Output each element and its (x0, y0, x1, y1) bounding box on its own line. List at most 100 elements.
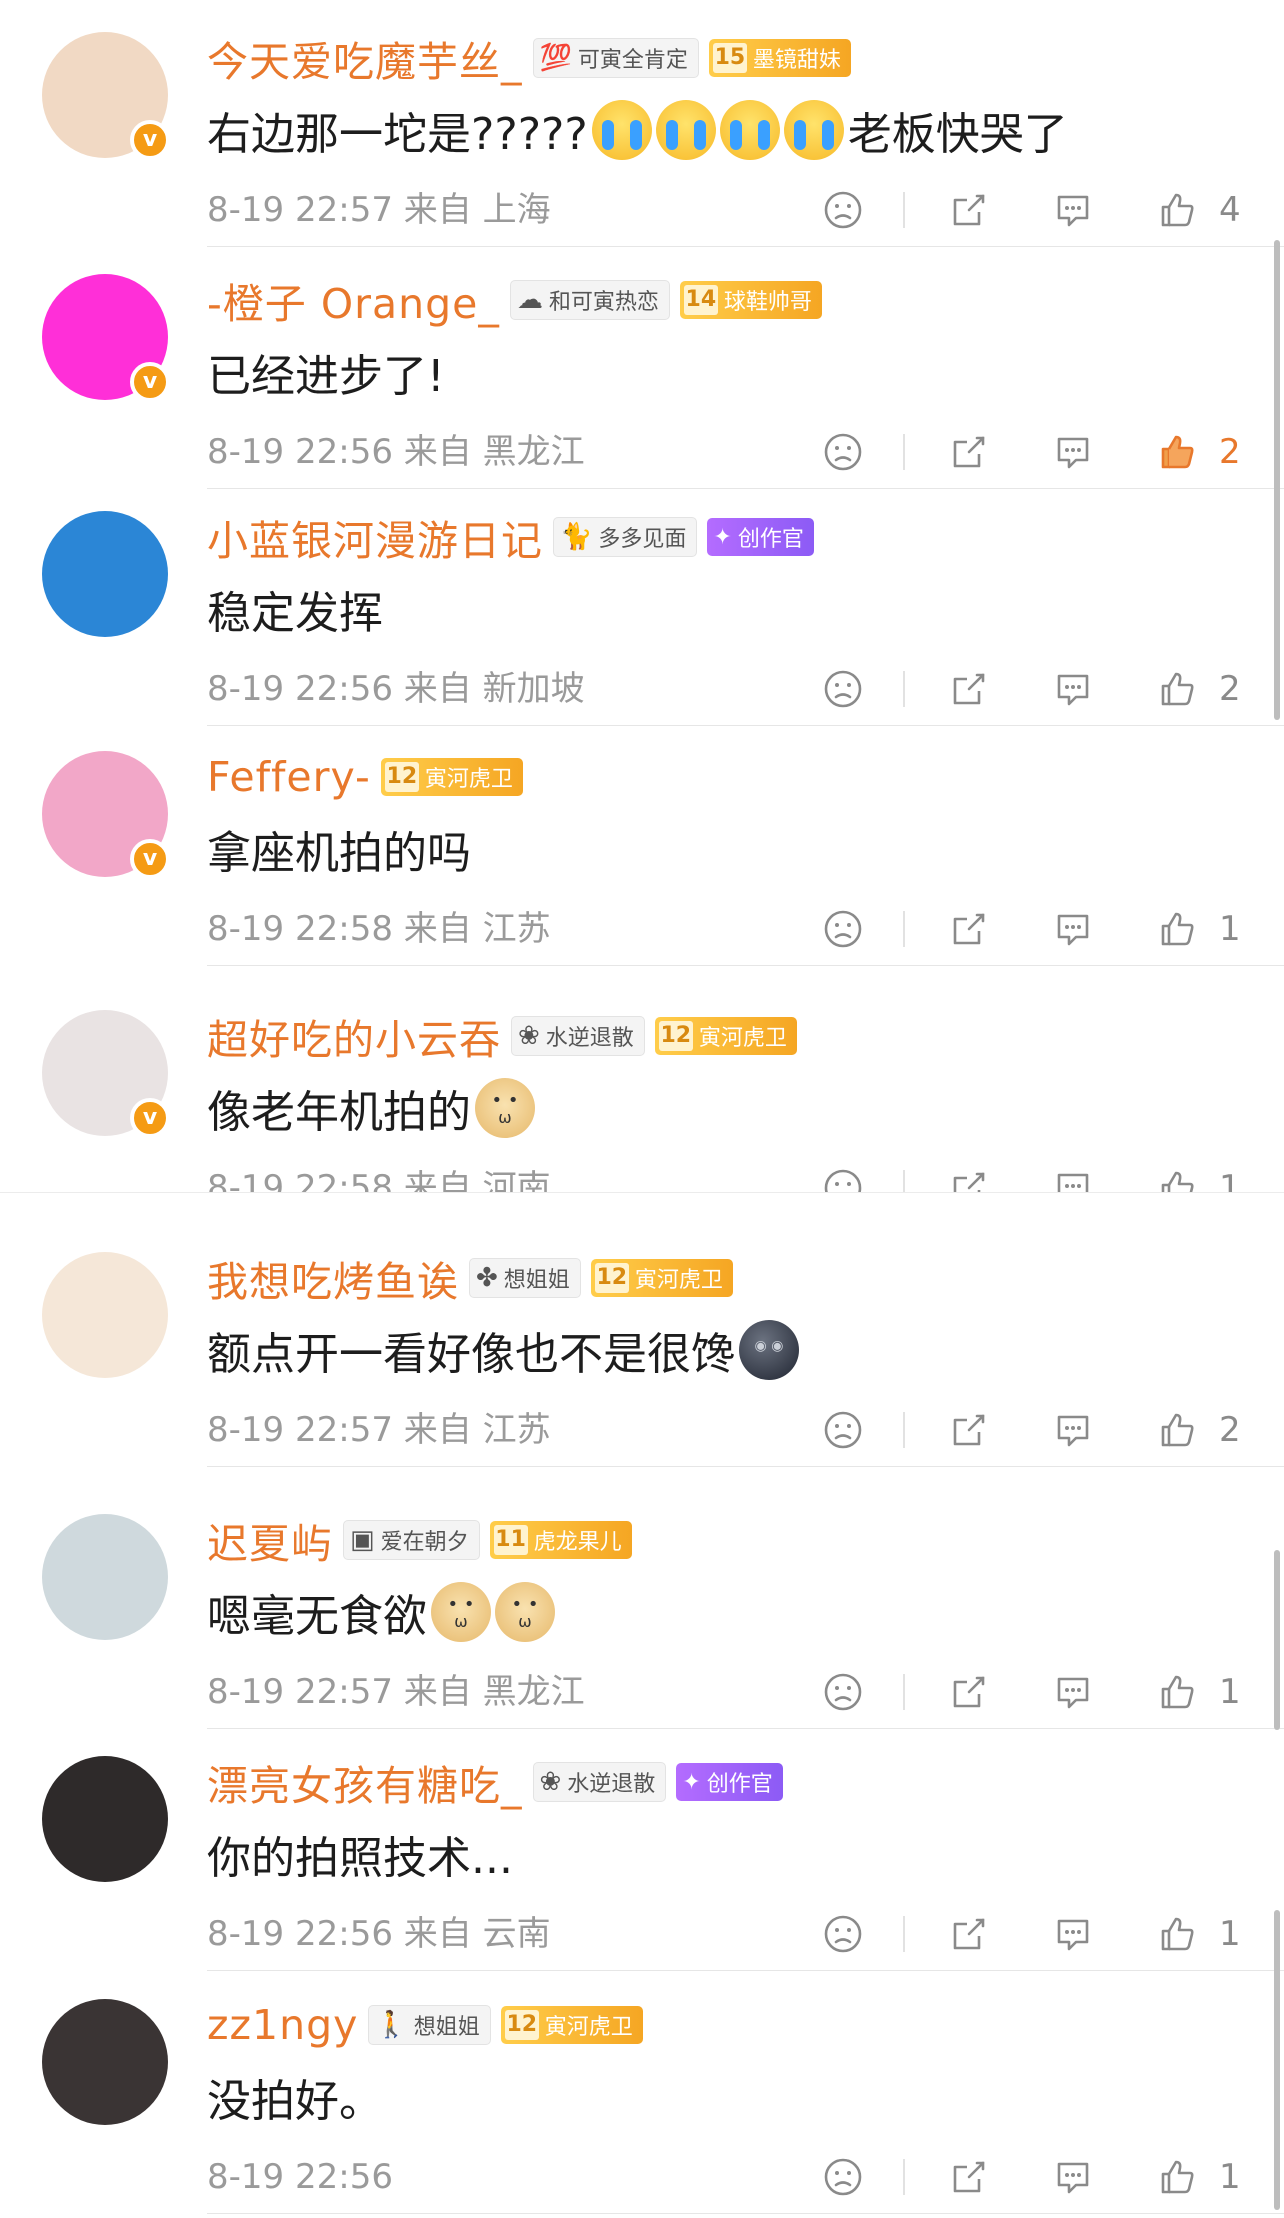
like-button[interactable] (1151, 1404, 1203, 1456)
fan-group-badge[interactable]: 🐈 多多见面 (553, 517, 698, 557)
meta-spacer (393, 909, 404, 949)
username[interactable]: Feffery- (207, 753, 371, 801)
fan-group-badge[interactable]: ▣ 爱在朝夕 (343, 1520, 480, 1560)
dislike-button[interactable] (817, 426, 869, 478)
reply-button[interactable] (1047, 426, 1099, 478)
reply-button[interactable] (1047, 1666, 1099, 1718)
reply-button[interactable] (1047, 2151, 1099, 2203)
username[interactable]: -橙子 Orange_ (207, 270, 500, 330)
creator-badge[interactable]: ✦ 创作官 (707, 518, 814, 556)
dislike-button[interactable] (817, 1908, 869, 1960)
reply-button[interactable] (1047, 1404, 1099, 1456)
dislike-button[interactable] (817, 2151, 869, 2203)
avatar[interactable] (42, 1514, 168, 1640)
like-button[interactable] (1151, 1908, 1203, 1960)
dislike-icon (824, 191, 862, 229)
fan-group-badge[interactable]: ✤ 想姐姐 (469, 1258, 581, 1298)
username-row: 超好吃的小云吞 ❀ 水逆退散 12 寅河虎卫 (207, 1008, 797, 1064)
share-icon (953, 1918, 985, 1950)
username[interactable]: 今天爱吃魔芋丝_ (207, 28, 523, 88)
share-button[interactable] (943, 903, 995, 955)
meta-spacer (393, 432, 404, 472)
share-button[interactable] (943, 663, 995, 715)
dislike-button[interactable] (817, 184, 869, 236)
like-button[interactable] (1151, 184, 1203, 236)
fan-group-badge[interactable]: ❀ 水逆退散 (532, 1762, 667, 1802)
share-button[interactable] (943, 2151, 995, 2203)
dislike-button[interactable] (817, 903, 869, 955)
fan-level-badge[interactable]: 12 寅河虎卫 (500, 2006, 643, 2044)
reply-icon (1057, 1677, 1089, 1709)
like-button[interactable] (1151, 1666, 1203, 1718)
cry-emoji-icon (719, 100, 780, 160)
reply-icon (1057, 1173, 1089, 1192)
badge-label: 寅河虎卫 (544, 2015, 633, 2040)
fan-group-badge[interactable]: ☁ 和可寅热恋 (509, 280, 670, 320)
username[interactable]: 小蓝银河漫游日记 (207, 507, 543, 567)
fan-level-number: 15 (712, 43, 747, 73)
like-icon (1161, 1171, 1194, 1192)
share-button[interactable] (943, 426, 995, 478)
fan-group-badge[interactable]: ❀ 水逆退散 (511, 1016, 645, 1056)
like-button[interactable] (1151, 2151, 1203, 2203)
badge-label: 和可寅热恋 (548, 290, 659, 315)
avatar[interactable]: v (42, 274, 170, 402)
comment-meta: 8-19 22:56 来自 黑龙江 2 (207, 426, 1284, 478)
like-count: 1 (1219, 1672, 1241, 1712)
share-button[interactable] (943, 1666, 995, 1718)
username[interactable]: 漂亮女孩有糖吃_ (207, 1752, 523, 1812)
username[interactable]: 迟夏屿 (207, 1510, 333, 1570)
comment-block: 我想吃烤鱼诶✤想姐姐12寅河虎卫额点开一看好像也不是很馋8-19 22:57 来… (0, 1208, 1284, 2218)
share-button[interactable] (943, 1404, 995, 1456)
dislike-button[interactable] (817, 1162, 869, 1192)
avatar[interactable] (42, 511, 168, 637)
share-button[interactable] (943, 184, 995, 236)
badge-label: 寅河虎卫 (634, 1268, 723, 1293)
reply-button[interactable] (1047, 903, 1099, 955)
reply-icon (1057, 914, 1089, 946)
share-button[interactable] (943, 1908, 995, 1960)
action-separator (903, 192, 905, 228)
scrollbar[interactable] (1274, 1550, 1280, 1730)
scrollbar[interactable] (1274, 240, 1280, 720)
fan-level-badge[interactable]: 15 墨镜甜妹 (708, 39, 851, 77)
fan-level-badge[interactable]: 12 寅河虎卫 (380, 758, 523, 796)
dislike-button[interactable] (817, 663, 869, 715)
avatar[interactable]: v (42, 1010, 170, 1138)
fan-level-badge[interactable]: 12 寅河虎卫 (654, 1017, 797, 1055)
fan-level-badge[interactable]: 12 寅河虎卫 (590, 1259, 733, 1297)
username[interactable]: 我想吃烤鱼诶 (207, 1248, 459, 1308)
avatar[interactable] (42, 1252, 168, 1378)
reply-button[interactable] (1047, 1162, 1099, 1192)
comment-meta: 8-19 22:58 来自 河南 1 (207, 1162, 1284, 1192)
fan-group-badge[interactable]: 🚶 想姐姐 (368, 2005, 491, 2045)
like-button[interactable] (1151, 663, 1203, 715)
creator-badge[interactable]: ✦ 创作官 (676, 1763, 783, 1801)
fan-level-badge[interactable]: 11 虎龙果儿 (489, 1521, 632, 1559)
dislike-button[interactable] (817, 1404, 869, 1456)
reply-button[interactable] (1047, 184, 1099, 236)
comment-meta-text: 8-19 22:57 来自 黑龙江 (207, 1666, 585, 1718)
like-button[interactable] (1151, 903, 1203, 955)
like-button[interactable] (1151, 1162, 1203, 1192)
username[interactable]: zz1ngy (207, 2001, 358, 2049)
share-button[interactable] (943, 1162, 995, 1192)
reply-button[interactable] (1047, 663, 1099, 715)
share-icon (953, 194, 985, 226)
fan-level-badge[interactable]: 14 球鞋帅哥 (679, 281, 822, 319)
fan-group-badge[interactable]: 💯 可寅全肯定 (532, 38, 699, 78)
reply-button[interactable] (1047, 1908, 1099, 1960)
fan-level-number: 12 (384, 762, 419, 792)
reply-icon (1057, 674, 1089, 706)
avatar[interactable]: v (42, 751, 170, 879)
username[interactable]: 超好吃的小云吞 (207, 1006, 501, 1066)
dislike-button[interactable] (817, 1666, 869, 1718)
avatar[interactable] (42, 1756, 168, 1882)
share-icon (953, 1676, 985, 1708)
like-button[interactable] (1151, 426, 1203, 478)
avatar[interactable]: v (42, 32, 170, 160)
comment-time: 8-19 22:58 (207, 909, 393, 949)
scrollbar[interactable] (1274, 1910, 1280, 2210)
avatar[interactable] (42, 1999, 168, 2125)
badge-label: 想姐姐 (503, 1268, 570, 1293)
